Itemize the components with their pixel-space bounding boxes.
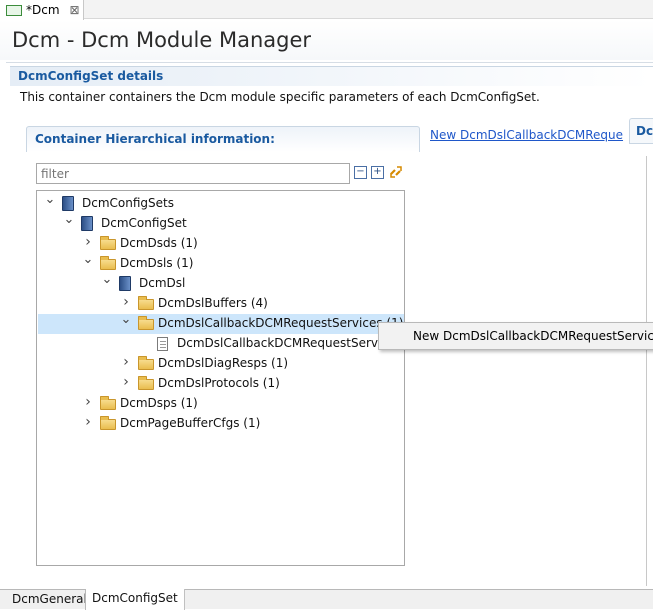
tree-row[interactable]: › DcmDslProtocols (1) [38,374,404,394]
divider [6,62,653,63]
document-icon [157,337,168,351]
tree-row-label: DcmDslProtocols (1) [158,376,280,390]
tree-row[interactable]: › DcmDsds (1) [38,234,404,254]
tree-row-label: DcmDsds (1) [120,236,198,250]
tree-row-label: DcmDslCallbackDCMRequestServic [177,336,388,350]
tree-row[interactable]: ⌄ DcmConfigSets [38,193,404,214]
tree-row-label: DcmDsls (1) [120,256,194,270]
tree-row-label: DcmDslDiagResps (1) [158,356,289,370]
tree-row-label: DcmConfigSet [101,216,187,230]
chevron-right-icon[interactable]: › [120,355,132,369]
filter-input[interactable] [36,163,350,184]
folder-icon [100,396,116,410]
expand-all-icon[interactable]: + [371,166,384,179]
collapse-all-icon[interactable]: − [354,166,367,179]
tree-row-label: DcmDsps (1) [120,396,198,410]
right-panel-border [646,156,647,586]
tree-row-label: DcmPageBufferCfgs (1) [120,416,261,430]
tree-row[interactable]: ⌄ DcmConfigSet [38,213,404,234]
folder-icon [138,356,154,370]
tab-dcmgeneral[interactable]: DcmGeneral [6,590,94,610]
hierarchy-group-title: Container Hierarchical information: [35,132,275,146]
tree-row[interactable]: ⌄ DcmDsls (1) [38,253,404,274]
folder-icon [100,416,116,430]
tree-row[interactable]: ⌄ DcmDslCallbackDCMRequestServices (1) [38,313,404,334]
right-panel-tab[interactable]: Dc [629,118,653,144]
config-icon [81,216,93,231]
tree-row-label: DcmDslBuffers (4) [158,296,268,310]
right-panel-tab-label: Dc [636,124,653,138]
tree-row-label: DcmConfigSets [82,196,174,210]
tree-row[interactable]: › DcmPageBufferCfgs (1) [38,414,404,434]
chevron-down-icon[interactable]: ⌄ [120,313,132,329]
bottom-tab-bar: DcmGeneral DcmConfigSet [0,589,653,610]
chevron-right-icon[interactable]: › [120,295,132,309]
tab-dcmconfigset[interactable]: DcmConfigSet [85,589,185,610]
config-icon [62,196,74,211]
tree-row[interactable]: DcmDslCallbackDCMRequestServic [38,334,404,354]
section-title: DcmConfigSet details [18,69,164,83]
tab-label: DcmConfigSet [92,591,178,605]
folder-icon [138,376,154,390]
tree-row[interactable]: › DcmDslDiagResps (1) [38,354,404,374]
close-icon[interactable]: ⊠ [70,3,80,17]
hierarchy-group-header: Container Hierarchical information: [26,126,420,152]
link-with-editor-icon[interactable] [388,164,404,180]
editor-tab-label: *Dcm [26,3,60,17]
folder-icon [100,236,116,250]
folder-icon [138,296,154,310]
editor-tab-dcm[interactable]: *Dcm ⊠ [0,0,84,20]
config-icon [119,276,131,291]
section-description: This container containers the Dcm module… [20,90,540,104]
chevron-down-icon[interactable]: ⌄ [82,253,94,269]
editor-file-icon [6,4,22,16]
container-tree[interactable]: ⌄ DcmConfigSets ⌄ DcmConfigSet › DcmDsds (1) ⌄… [36,190,405,566]
tab-label: DcmGeneral [12,592,87,606]
context-menu-item-new-service[interactable]: New DcmDslCallbackDCMRequestService [413,329,653,343]
folder-icon [138,316,154,330]
editor-tab-strip: *Dcm ⊠ [0,0,653,20]
chevron-right-icon[interactable]: › [82,415,94,429]
new-callback-link[interactable]: New DcmDslCallbackDCMReque [430,128,623,142]
chevron-right-icon[interactable]: › [82,395,94,409]
chevron-right-icon[interactable]: › [82,235,94,249]
tree-row-label: DcmDslCallbackDCMRequestServices (1) [158,316,404,330]
chevron-down-icon[interactable]: ⌄ [63,213,75,229]
chevron-down-icon[interactable]: ⌄ [44,193,56,209]
tree-row[interactable]: › DcmDsps (1) [38,394,404,414]
section-header: DcmConfigSet details [10,66,653,86]
chevron-down-icon[interactable]: ⌄ [101,273,113,289]
page-title: Dcm - Dcm Module Manager [12,28,312,52]
tree-row[interactable]: ⌄ DcmDsl [38,273,404,294]
chevron-right-icon[interactable]: › [120,375,132,389]
tree-row-label: DcmDsl [139,276,186,290]
context-menu: New DcmDslCallbackDCMRequestService [378,322,653,350]
tree-row[interactable]: › DcmDslBuffers (4) [38,294,404,314]
folder-icon [100,256,116,270]
